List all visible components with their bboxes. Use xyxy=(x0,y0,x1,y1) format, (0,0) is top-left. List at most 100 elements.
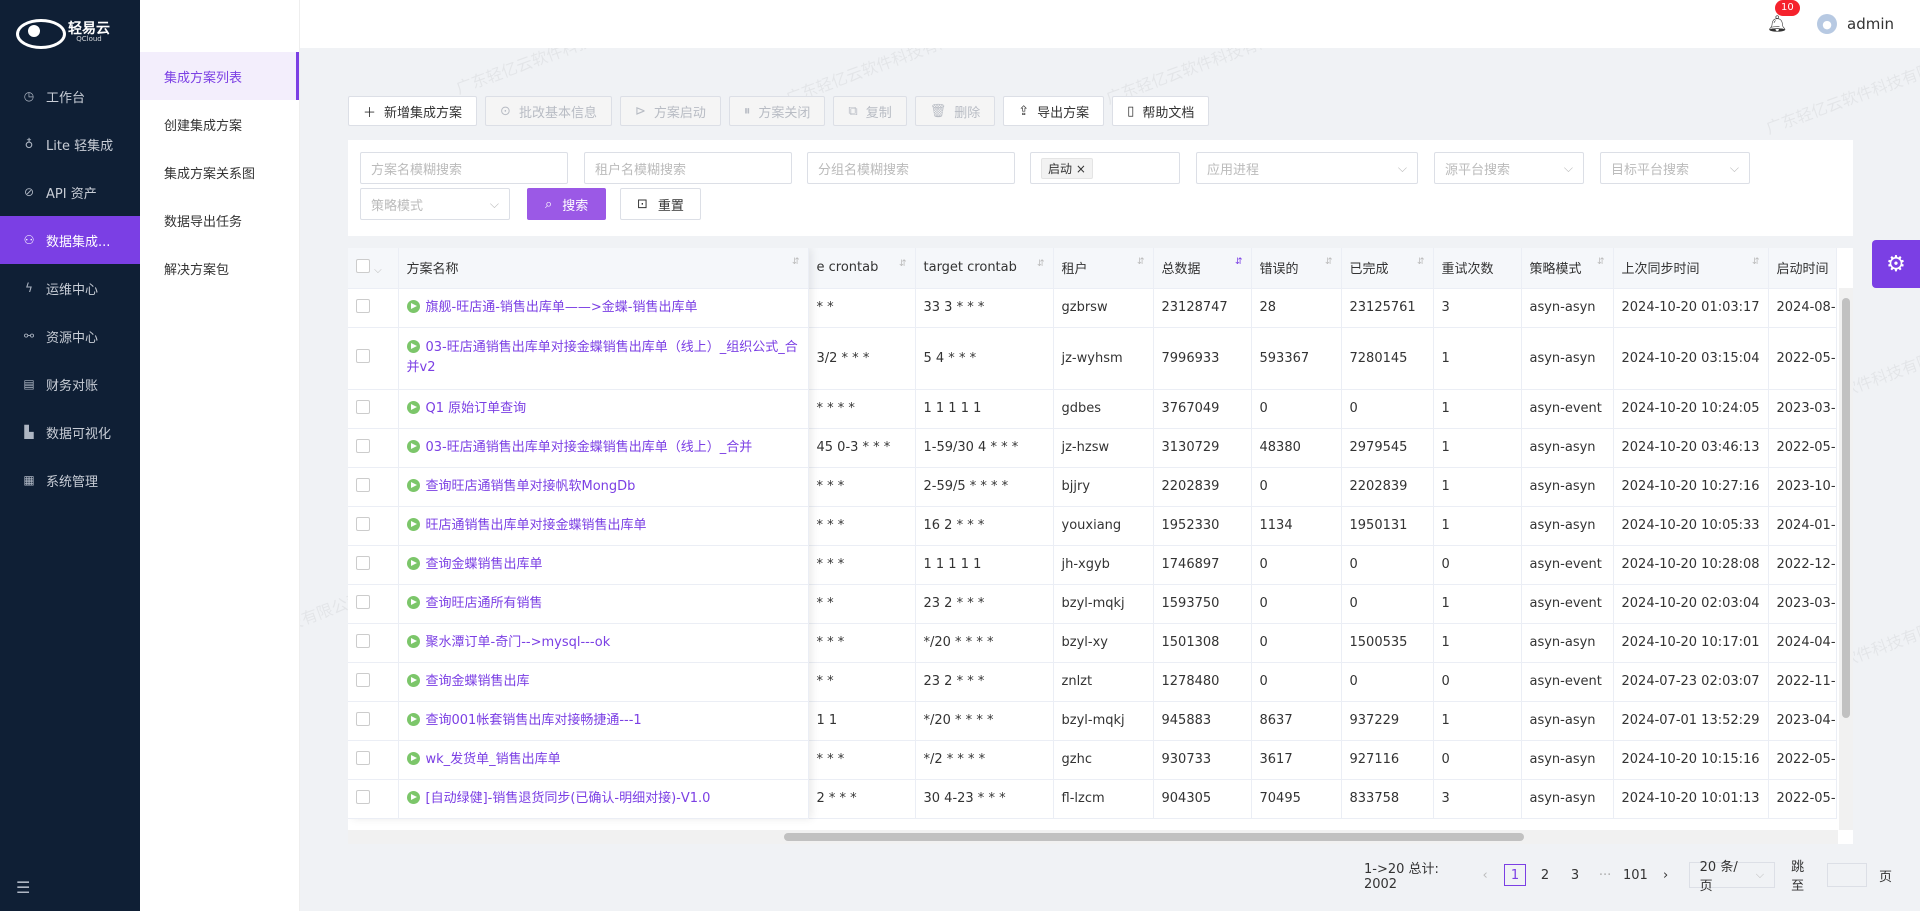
col-errors[interactable]: 错误的 ⇵ xyxy=(1251,248,1342,289)
export-solution-button[interactable]: ⇪ 导出方案 xyxy=(1003,96,1105,126)
table-row[interactable]: 查询旺店通所有销售 xyxy=(348,584,809,624)
subnav-item-create-solution[interactable]: 创建集成方案 xyxy=(140,100,299,148)
solution-name-cell[interactable]: [自动绿健]-销售退货同步(已确认-明细对接)-V1.0 xyxy=(398,779,809,819)
row-select-cell[interactable] xyxy=(348,288,399,328)
solution-name-cell[interactable]: 03-旺店通销售出库单对接金蝶销售出库单（线上）_组织公式_合并v2 xyxy=(398,327,809,390)
row-checkbox[interactable] xyxy=(356,438,370,453)
target-platform-select[interactable]: 目标平台搜索 ⌵ xyxy=(1600,152,1750,184)
table-row[interactable]: 查询金蝶销售出库单 xyxy=(348,545,809,585)
row-select-cell[interactable] xyxy=(348,623,399,663)
table-row[interactable]: 03-旺店通销售出库单对接金蝶销售出库单（线上）_合并 xyxy=(348,428,809,468)
prev-page-icon[interactable]: ‹ xyxy=(1474,864,1496,886)
page-ellipsis[interactable]: ··· xyxy=(1594,864,1616,886)
solution-name-link[interactable]: wk_发货单_销售出库单 xyxy=(426,752,561,767)
table-row[interactable]: 聚水潭订单-奇门-->mysql---ok xyxy=(348,623,809,663)
sort-icon[interactable]: ⇵ xyxy=(792,258,800,267)
sort-icon[interactable]: ⇵ xyxy=(1137,258,1145,267)
table-row[interactable]: 旺店通销售出库单对接金蝶销售出库单 xyxy=(348,506,809,546)
solution-name-link[interactable]: 查询旺店通销售单对接帆软MongDb xyxy=(426,479,636,494)
sidebar-item-workbench[interactable]: ◷ 工作台 xyxy=(0,72,140,120)
solution-name-cell[interactable]: 03-旺店通销售出库单对接金蝶销售出库单（线上）_合并 xyxy=(398,428,809,468)
chevron-down-icon[interactable]: ⌵ xyxy=(374,265,382,276)
solution-name-link[interactable]: 查询旺店通所有销售 xyxy=(426,596,543,611)
row-checkbox[interactable] xyxy=(356,477,370,492)
sort-icon[interactable]: ⇵ xyxy=(1417,258,1425,267)
col-total[interactable]: 总数据 ⇵ xyxy=(1153,248,1252,289)
sidebar-item-api[interactable]: ⊘ API 资产 xyxy=(0,168,140,216)
solution-name-link[interactable]: Q1 原始订单查询 xyxy=(426,401,527,416)
avatar[interactable]: ● xyxy=(1817,14,1837,34)
copy-button[interactable]: ⧉ 复制 xyxy=(833,96,907,126)
solution-name-cell[interactable]: 查询旺店通销售单对接帆软MongDb xyxy=(398,467,809,507)
row-checkbox[interactable] xyxy=(356,789,370,804)
col-solution-name[interactable]: 方案名称 ⇵ xyxy=(398,248,809,289)
subnav-item-export-tasks[interactable]: 数据导出任务 xyxy=(140,196,299,244)
solution-name-cell[interactable]: 查询001帐套销售出库对接畅捷通---1 xyxy=(398,701,809,741)
col-source-cron[interactable]: e crontab ⇵ xyxy=(808,248,916,289)
page-3[interactable]: 3 xyxy=(1564,864,1586,886)
notification-bell-icon[interactable]: 🔔︎ 10 xyxy=(1767,0,1800,34)
sidebar-item-system[interactable]: ▦ 系统管理 xyxy=(0,456,140,504)
table-row[interactable]: 查询旺店通销售单对接帆软MongDb xyxy=(348,467,809,507)
solution-name-cell[interactable]: 查询金蝶销售出库单 xyxy=(398,545,809,585)
row-select-cell[interactable] xyxy=(348,389,399,429)
sort-icon[interactable]: ⇵ xyxy=(1325,258,1333,267)
solution-name-cell[interactable]: 旗舰-旺店通-销售出库单——>金蝶-销售出库单 xyxy=(398,288,809,328)
solution-name-link[interactable]: 聚水潭订单-奇门-->mysql---ok xyxy=(426,635,611,650)
row-select-cell[interactable] xyxy=(348,701,399,741)
close-solution-button[interactable]: ⏸ 方案关闭 xyxy=(728,96,826,126)
col-target-cron[interactable]: target crontab ⇵ xyxy=(915,248,1054,289)
next-page-icon[interactable]: › xyxy=(1655,864,1677,886)
solution-name-search-input[interactable]: 方案名模糊搜索 xyxy=(360,152,568,184)
table-row[interactable]: 查询金蝶销售出库 xyxy=(348,662,809,702)
select-all-checkbox[interactable] xyxy=(356,258,370,273)
row-checkbox[interactable] xyxy=(356,672,370,687)
page-2[interactable]: 2 xyxy=(1534,864,1556,886)
search-button[interactable]: ⌕ 搜索 xyxy=(527,188,607,220)
delete-button[interactable]: 🗑︎ 删除 xyxy=(914,96,996,126)
solution-name-link[interactable]: 查询001帐套销售出库对接畅捷通---1 xyxy=(426,713,642,728)
page-1[interactable]: 1 xyxy=(1504,864,1527,886)
subnav-item-solution-packages[interactable]: 解决方案包 xyxy=(140,244,299,292)
solution-name-cell[interactable]: wk_发货单_销售出库单 xyxy=(398,740,809,780)
new-solution-button[interactable]: ＋新增集成方案 xyxy=(348,96,478,126)
username[interactable]: admin xyxy=(1847,15,1894,33)
tenant-name-search-input[interactable]: 租户名模糊搜索 xyxy=(584,152,792,184)
row-select-cell[interactable] xyxy=(348,779,399,819)
row-checkbox[interactable] xyxy=(356,594,370,609)
row-checkbox[interactable] xyxy=(356,349,370,363)
sort-desc-icon[interactable]: ⇵ xyxy=(1235,258,1243,267)
solution-name-cell[interactable]: 聚水潭订单-奇门-->mysql---ok xyxy=(398,623,809,663)
batch-edit-button[interactable]: ⊙ 批改基本信息 xyxy=(485,96,612,126)
page-size-select[interactable]: 20 条/页 ⌵ xyxy=(1688,860,1776,894)
table-row[interactable]: wk_发货单_销售出库单 xyxy=(348,740,809,780)
select-all-cell[interactable]: ⌵ xyxy=(348,248,399,289)
row-checkbox[interactable] xyxy=(356,750,370,765)
sort-icon[interactable]: ⇵ xyxy=(1597,258,1605,267)
source-platform-select[interactable]: 源平台搜索 ⌵ xyxy=(1434,152,1584,184)
scroll-thumb[interactable] xyxy=(784,833,1524,841)
settings-gear-icon[interactable]: ⚙ xyxy=(1872,240,1920,288)
table-row[interactable]: Q1 原始订单查询 xyxy=(348,389,809,429)
sidebar-item-visualization[interactable]: ▙ 数据可视化 xyxy=(0,408,140,456)
scroll-thumb[interactable] xyxy=(1842,298,1850,718)
solution-name-link[interactable]: [自动绿健]-销售退货同步(已确认-明细对接)-V1.0 xyxy=(426,791,711,806)
start-solution-button[interactable]: ⊳ 方案启动 xyxy=(619,96,721,126)
solution-name-link[interactable]: 旺店通销售出库单对接金蝶销售出库单 xyxy=(426,518,647,533)
brand-logo[interactable]: 轻易云 QCloud xyxy=(0,0,140,64)
table-row[interactable]: 查询001帐套销售出库对接畅捷通---1 xyxy=(348,701,809,741)
reset-button[interactable]: ⊡ 重置 xyxy=(620,188,701,220)
tag-close-icon[interactable]: × xyxy=(1076,162,1086,176)
help-docs-button[interactable]: ▯ 帮助文档 xyxy=(1112,96,1210,126)
table-row[interactable]: 03-旺店通销售出库单对接金蝶销售出库单（线上）_组织公式_合并v2 xyxy=(348,327,809,390)
sort-icon[interactable]: ⇵ xyxy=(899,260,907,269)
row-select-cell[interactable] xyxy=(348,740,399,780)
col-tenant[interactable]: 租户 ⇵ xyxy=(1053,248,1154,289)
row-checkbox[interactable] xyxy=(356,516,370,531)
row-select-cell[interactable] xyxy=(348,327,399,390)
table-row[interactable]: 旗舰-旺店通-销售出库单——>金蝶-销售出库单 xyxy=(348,288,809,328)
group-name-search-input[interactable]: 分组名模糊搜索 xyxy=(807,152,1015,184)
col-last-sync[interactable]: 上次同步时间 ⇵ xyxy=(1613,248,1769,289)
row-select-cell[interactable] xyxy=(348,662,399,702)
row-checkbox[interactable] xyxy=(356,711,370,726)
